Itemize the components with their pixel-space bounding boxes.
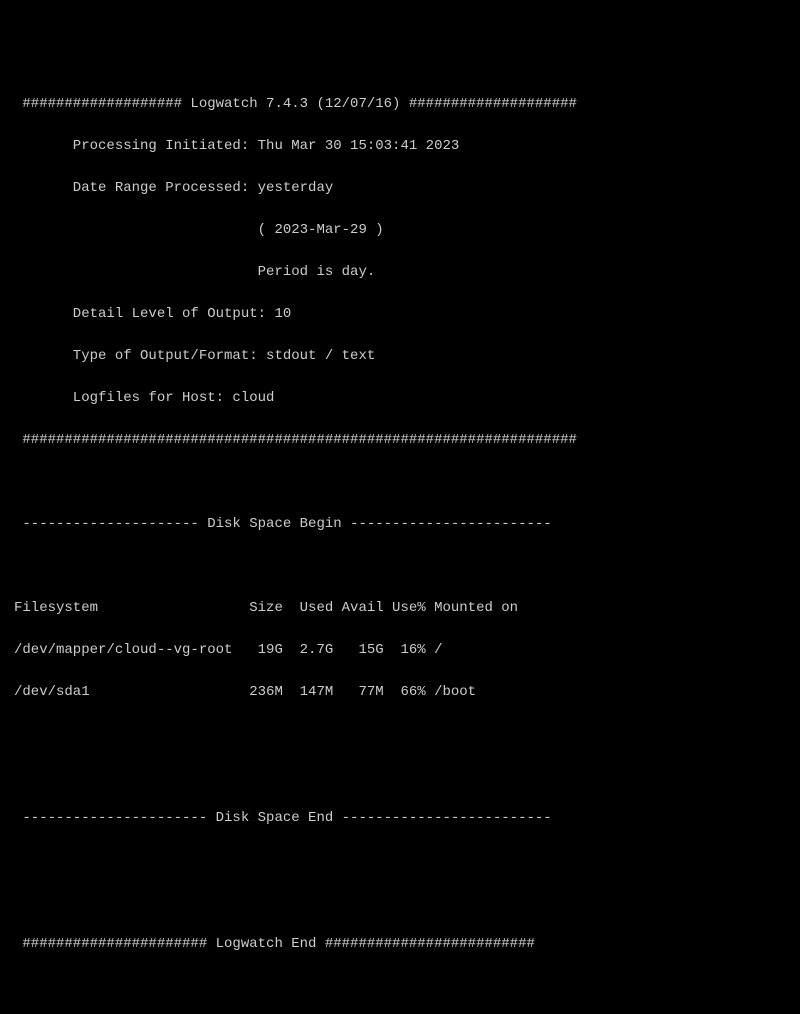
disk-space-begin: --------------------- Disk Space Begin -…: [14, 514, 786, 535]
disk-row-boot: /dev/sda1 236M 147M 77M 66% /boot: [14, 682, 786, 703]
disk-space-end: ---------------------- Disk Space End --…: [14, 808, 786, 829]
header-hash-row: ########################################…: [14, 430, 786, 451]
blank-line: [14, 976, 786, 997]
blank-line: [14, 850, 786, 871]
detail-level: Detail Level of Output: 10: [14, 304, 786, 325]
disk-table-header: Filesystem Size Used Avail Use% Mounted …: [14, 598, 786, 619]
blank-line: [14, 766, 786, 787]
logfiles-host: Logfiles for Host: cloud: [14, 388, 786, 409]
date-range-processed: Date Range Processed: yesterday: [14, 178, 786, 199]
period: Period is day.: [14, 262, 786, 283]
date-range-value: ( 2023-Mar-29 ): [14, 220, 786, 241]
blank-line: [14, 892, 786, 913]
blank-line: [14, 556, 786, 577]
blank-line: [14, 724, 786, 745]
blank-line: [14, 472, 786, 493]
output-format: Type of Output/Format: stdout / text: [14, 346, 786, 367]
logwatch-header-banner: ################### Logwatch 7.4.3 (12/0…: [14, 94, 786, 115]
processing-initiated: Processing Initiated: Thu Mar 30 15:03:4…: [14, 136, 786, 157]
disk-row-root: /dev/mapper/cloud--vg-root 19G 2.7G 15G …: [14, 640, 786, 661]
logwatch-end-banner: ###################### Logwatch End ####…: [14, 934, 786, 955]
